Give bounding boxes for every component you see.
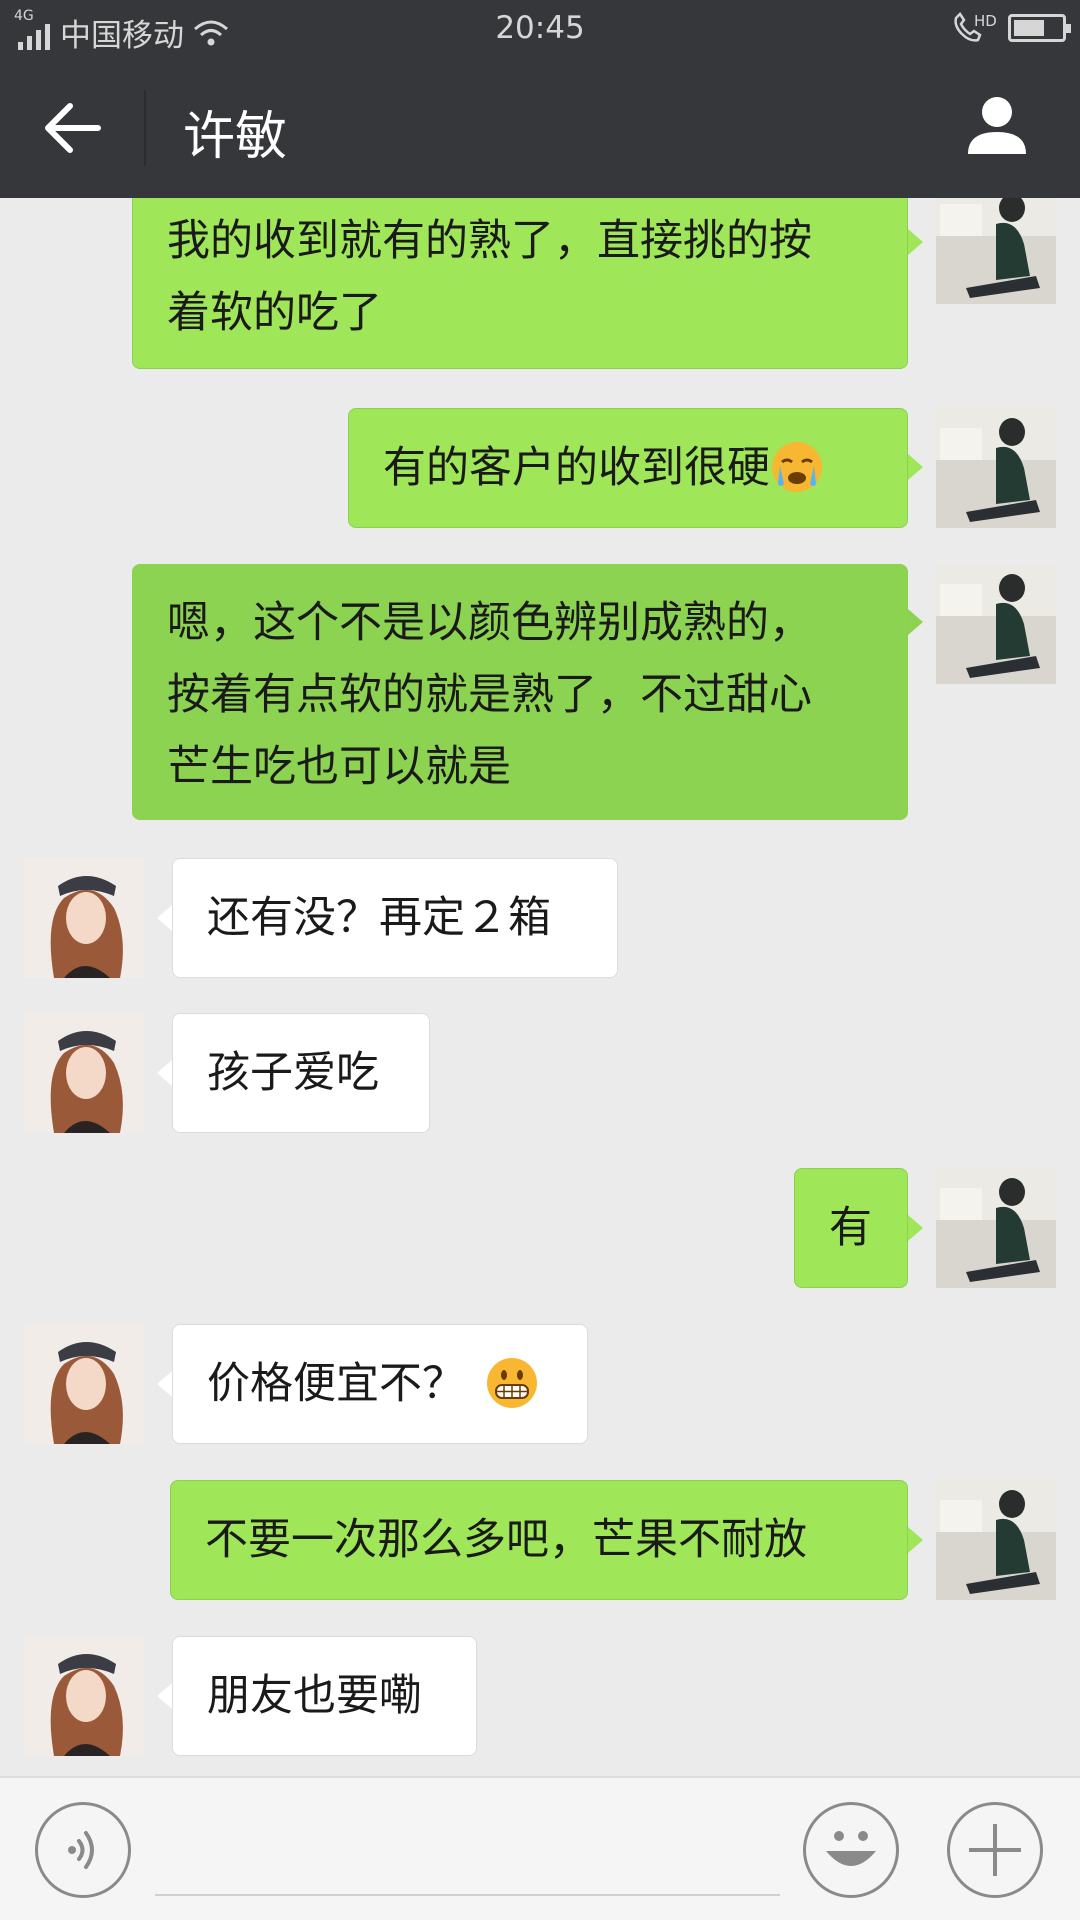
message-line: 嗯，这个不是以颜色辨别成熟的， xyxy=(167,598,812,648)
my-avatar[interactable] xyxy=(936,1480,1056,1600)
plus-icon xyxy=(969,1824,1021,1876)
contact-avatar[interactable] xyxy=(24,1013,144,1133)
contact-avatar[interactable] xyxy=(24,858,144,978)
status-bar: 4G 中国移动 20:45 HD xyxy=(0,0,1080,60)
message-text: 不要一次那么多吧，芒果不耐放 xyxy=(205,1515,807,1565)
message-line: 我的收到就有的熟了，直接挑的按 xyxy=(167,216,812,266)
message-text: 有 xyxy=(829,1203,872,1253)
emoji-button[interactable] xyxy=(803,1802,899,1898)
back-button[interactable] xyxy=(40,100,104,156)
smiley-icon xyxy=(826,1831,876,1866)
message-line: 按着有点软的就是熟了，不过甜心 xyxy=(167,670,812,720)
hd-call-icon: HD xyxy=(954,12,996,42)
my-avatar[interactable] xyxy=(936,564,1056,684)
my-avatar[interactable] xyxy=(936,1168,1056,1288)
message-bubble[interactable]: 有的客户的收到很硬 xyxy=(348,408,908,528)
clock: 20:45 xyxy=(495,10,585,46)
contact-name: 许敏 xyxy=(183,107,288,167)
message-line: 芒生吃也可以就是 xyxy=(167,742,511,792)
contact-avatar[interactable] xyxy=(24,1324,144,1444)
my-avatar[interactable] xyxy=(936,408,1056,528)
grinning-face-icon xyxy=(487,1357,537,1408)
message-text: 有的客户的收到很硬 xyxy=(383,443,770,493)
my-avatar[interactable] xyxy=(936,198,1056,304)
voice-button[interactable] xyxy=(35,1802,131,1898)
message-line: 着软的吃了 xyxy=(167,288,382,338)
message-bubble[interactable]: 朋友也要嘞 xyxy=(172,1636,477,1756)
header-divider xyxy=(144,90,146,166)
battery-icon xyxy=(1008,14,1071,42)
message-bubble[interactable]: 不要一次那么多吧，芒果不耐放 xyxy=(170,1480,908,1600)
message-bubble[interactable]: 有 xyxy=(794,1168,908,1288)
hd-label: HD xyxy=(974,12,996,30)
voice-icon xyxy=(68,1831,94,1869)
input-bar xyxy=(0,1776,1080,1920)
crying-face-icon xyxy=(772,441,822,492)
battery-level xyxy=(1014,20,1044,36)
message-text: 孩子爱吃 xyxy=(207,1048,379,1098)
person-icon[interactable] xyxy=(964,94,1030,160)
chat-header: 许敏 xyxy=(0,60,1080,198)
message-text: 还有没？再定２箱 xyxy=(207,893,551,943)
chat-list[interactable]: 我的收到就有的熟了，直接挑的按 着软的吃了 有的客户的收到很硬 嗯，这个不是以颜… xyxy=(0,198,1080,1776)
message-bubble[interactable]: 我的收到就有的熟了，直接挑的按 着软的吃了 xyxy=(132,198,908,369)
message-bubble[interactable]: 嗯，这个不是以颜色辨别成熟的， 按着有点软的就是熟了，不过甜心 芒生吃也可以就是 xyxy=(132,564,908,820)
message-bubble[interactable]: 还有没？再定２箱 xyxy=(172,858,618,978)
message-input[interactable] xyxy=(155,1818,780,1896)
message-text: 朋友也要嘞 xyxy=(207,1671,422,1721)
message-bubble[interactable]: 价格便宜不？ xyxy=(172,1324,588,1444)
more-button[interactable] xyxy=(947,1802,1043,1898)
contact-avatar[interactable] xyxy=(24,1636,144,1756)
message-text: 价格便宜不？ xyxy=(207,1359,465,1409)
message-bubble[interactable]: 孩子爱吃 xyxy=(172,1013,430,1133)
